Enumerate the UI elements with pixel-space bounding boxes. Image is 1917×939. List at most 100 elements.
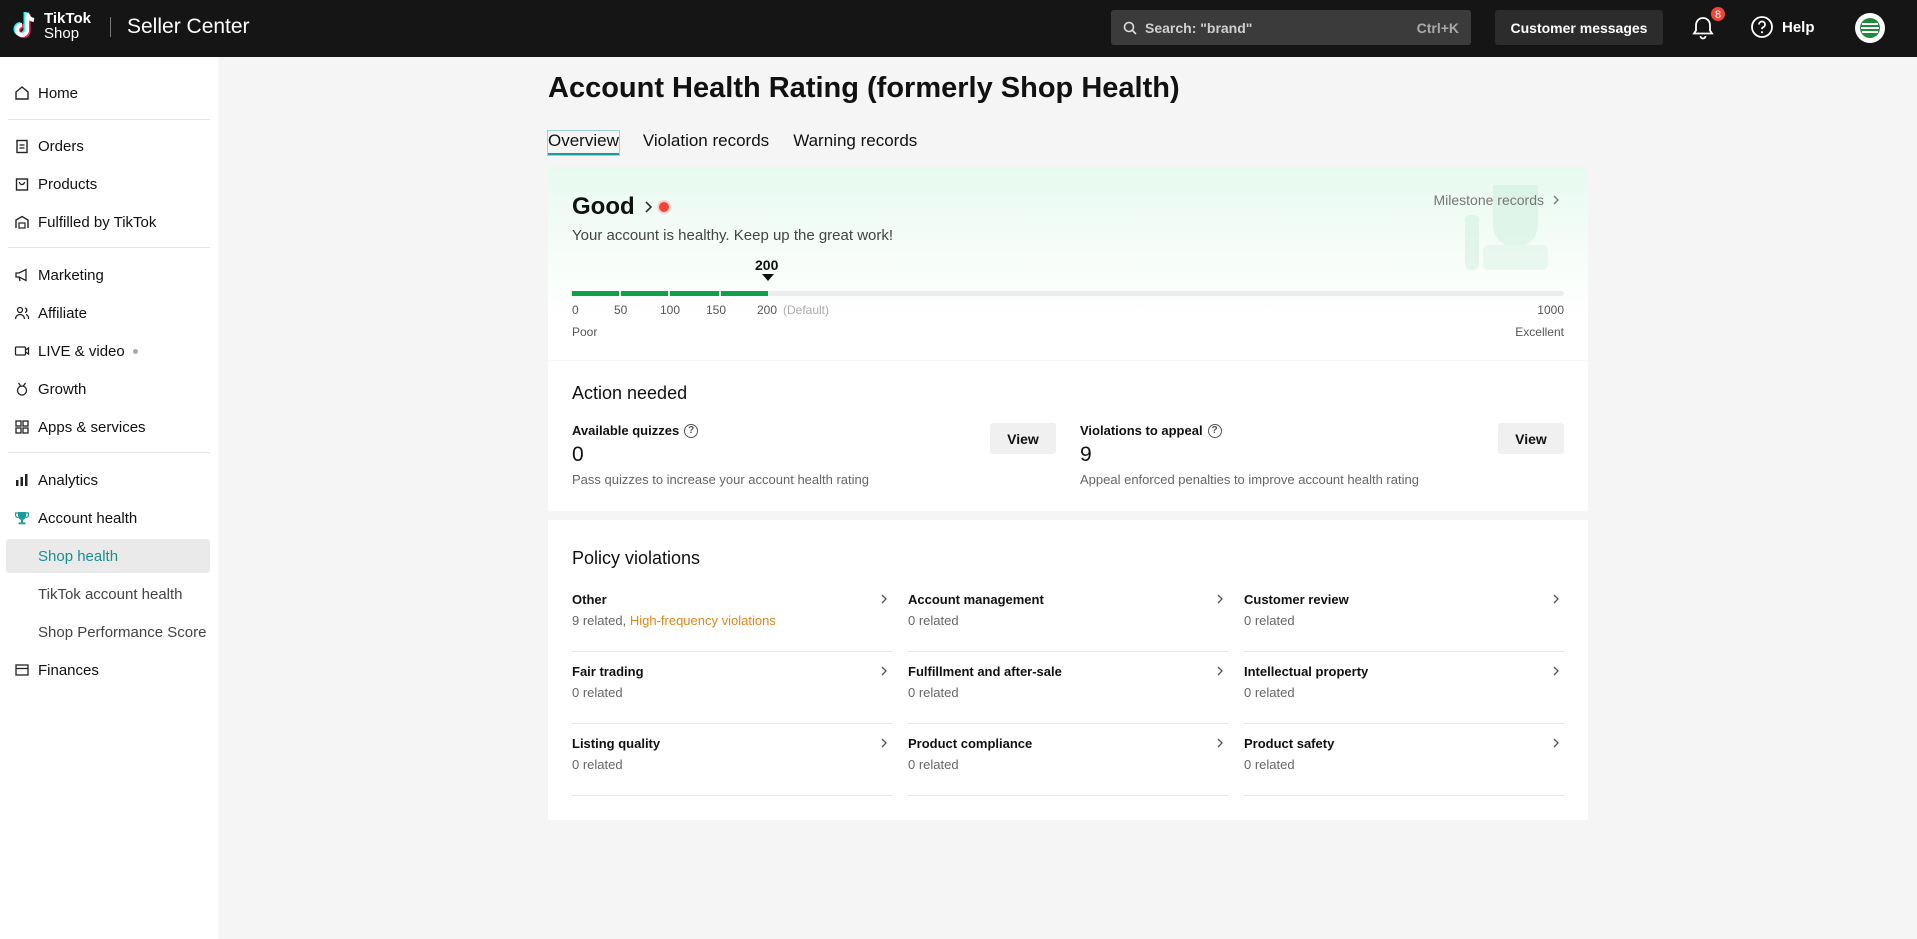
sidebar-item-label: Shop health xyxy=(38,547,119,565)
tick-default-label: (Default) xyxy=(783,303,830,317)
policy-item-listing-quality[interactable]: Listing quality 0 related xyxy=(572,724,892,796)
sidebar-item-shop-health[interactable]: Shop health xyxy=(6,539,210,573)
policy-item-name: Intellectual property xyxy=(1244,664,1369,679)
policy-item-name: Account management xyxy=(908,592,1044,607)
tick-label: 50 xyxy=(614,303,628,317)
policy-item-account-management[interactable]: Account management 0 related xyxy=(908,580,1228,652)
policy-item-name: Other xyxy=(572,592,607,607)
chevron-right-icon xyxy=(645,201,652,213)
tab-warning-records[interactable]: Warning records xyxy=(793,131,917,155)
tab-violation-records[interactable]: Violation records xyxy=(643,131,769,155)
sidebar-item-marketing[interactable]: Marketing xyxy=(6,258,210,292)
chevron-right-icon xyxy=(881,666,887,676)
policy-item-name: Product compliance xyxy=(908,736,1033,751)
sidebar-item-fulfilled[interactable]: Fulfilled by TikTok xyxy=(6,205,210,239)
chevron-right-icon xyxy=(1217,666,1223,676)
tab-overview[interactable]: Overview xyxy=(547,130,620,156)
policy-item-other[interactable]: Other 9 related, High-frequency violatio… xyxy=(572,580,892,652)
policy-item-product-compliance[interactable]: Product compliance 0 related xyxy=(908,724,1228,796)
milestone-records-link[interactable]: Milestone records xyxy=(1434,192,1563,208)
help-label: Help xyxy=(1782,18,1815,36)
app-title: Seller Center xyxy=(127,15,250,38)
score-segment xyxy=(621,291,668,296)
bag-icon xyxy=(15,178,29,191)
violations-to-appeal-text: Violations to appeal xyxy=(1080,423,1203,438)
logo-divider xyxy=(110,17,111,37)
sidebar-item-affiliate[interactable]: Affiliate xyxy=(6,296,210,330)
question-icon[interactable]: ? xyxy=(684,423,699,438)
policy-item-customer-review[interactable]: Customer review 0 related xyxy=(1244,580,1564,652)
sidebar-item-analytics[interactable]: Analytics xyxy=(6,463,210,497)
policy-item-fulfillment[interactable]: Fulfillment and after-sale 0 related xyxy=(908,652,1228,724)
sidebar: Home Orders Products Fulfilled by TikTok… xyxy=(0,57,218,939)
tiktok-shop-logo[interactable]: TikTok Shop xyxy=(12,10,91,42)
sidebar-item-home[interactable]: Home xyxy=(6,76,210,110)
sidebar-item-finances[interactable]: Finances xyxy=(6,653,210,687)
health-status-row[interactable]: Good xyxy=(572,193,669,221)
search-shortcut: Ctrl+K xyxy=(1416,19,1459,36)
warehouse-icon xyxy=(15,215,29,229)
sidebar-divider xyxy=(8,452,210,453)
sidebar-item-apps[interactable]: Apps & services xyxy=(6,410,210,444)
new-indicator-dot xyxy=(132,348,138,354)
policy-item-count: 0 related xyxy=(908,757,959,772)
question-icon[interactable]: ? xyxy=(1207,423,1222,438)
sidebar-item-label: Finances xyxy=(38,661,99,679)
policy-item-name: Customer review xyxy=(1244,592,1349,607)
violations-to-appeal-value: 9 xyxy=(1080,443,1092,466)
milestone-records-label: Milestone records xyxy=(1433,192,1545,208)
sidebar-item-products[interactable]: Products xyxy=(6,167,210,201)
logo-wordmark: TikTok Shop xyxy=(44,11,91,41)
sidebar-divider xyxy=(8,247,210,248)
chevron-right-icon xyxy=(881,738,887,748)
policy-item-intellectual-property[interactable]: Intellectual property 0 related xyxy=(1244,652,1564,724)
megaphone-icon xyxy=(15,268,27,282)
sidebar-item-label: Fulfilled by TikTok xyxy=(38,213,157,231)
health-status: Good xyxy=(572,193,635,220)
sidebar-item-tiktok-account-health[interactable]: TikTok account health xyxy=(6,577,210,611)
policy-item-name: Fair trading xyxy=(572,664,644,679)
chevron-right-icon xyxy=(1553,666,1559,676)
globe-avatar-icon xyxy=(1860,18,1880,38)
chevron-right-icon xyxy=(881,594,887,604)
health-message: Your account is healthy. Keep up the gre… xyxy=(572,227,894,244)
tick-label: 150 xyxy=(706,303,727,317)
trophy-icon xyxy=(14,512,30,525)
policy-item-product-safety[interactable]: Product safety 0 related xyxy=(1244,724,1564,796)
video-icon xyxy=(14,346,30,356)
available-quizzes-label: Available quizzes ? xyxy=(572,423,699,438)
users-icon xyxy=(14,306,30,320)
tick-label: 100 xyxy=(660,303,681,317)
sidebar-item-account-health[interactable]: Account health xyxy=(6,501,210,535)
help-icon xyxy=(1751,16,1773,38)
policy-item-count: 0 related xyxy=(572,685,623,700)
policy-item-fair-trading[interactable]: Fair trading 0 related xyxy=(572,652,892,724)
view-appeals-button[interactable]: View xyxy=(1498,423,1564,454)
score-progress-bar xyxy=(572,291,1564,296)
score-progress-fill xyxy=(572,291,770,296)
sidebar-item-label: Products xyxy=(38,175,98,193)
sidebar-item-growth[interactable]: Growth xyxy=(6,372,210,406)
policy-item-name: Product safety xyxy=(1244,736,1335,751)
sidebar-item-shop-performance-score[interactable]: Shop Performance Score xyxy=(6,615,210,649)
violations-to-appeal-desc: Appeal enforced penalties to improve acc… xyxy=(1080,472,1419,487)
chevron-right-icon xyxy=(1217,738,1223,748)
avatar[interactable] xyxy=(1855,13,1885,43)
chevron-right-icon xyxy=(1553,594,1559,604)
medal-icon xyxy=(16,382,28,396)
action-needed-card: Action needed Available quizzes ? 0 Pass… xyxy=(548,361,1588,511)
score-marker-pointer xyxy=(762,274,774,281)
search-input[interactable]: Search: "brand" Ctrl+K xyxy=(1111,10,1471,45)
policy-item-name: Fulfillment and after-sale xyxy=(908,664,1062,679)
help-button[interactable]: Help xyxy=(1750,15,1815,39)
sidebar-item-label: Orders xyxy=(38,137,84,155)
notification-badge: 8 xyxy=(1710,6,1726,22)
search-icon xyxy=(1123,21,1137,35)
sidebar-item-orders[interactable]: Orders xyxy=(6,129,210,163)
action-needed-title: Action needed xyxy=(572,383,688,403)
view-quizzes-button[interactable]: View xyxy=(990,423,1056,454)
sidebar-item-live-video[interactable]: LIVE & video xyxy=(6,334,210,368)
customer-messages-button[interactable]: Customer messages xyxy=(1495,10,1663,45)
tick-label: 0 xyxy=(572,303,579,317)
score-segment xyxy=(572,291,619,296)
